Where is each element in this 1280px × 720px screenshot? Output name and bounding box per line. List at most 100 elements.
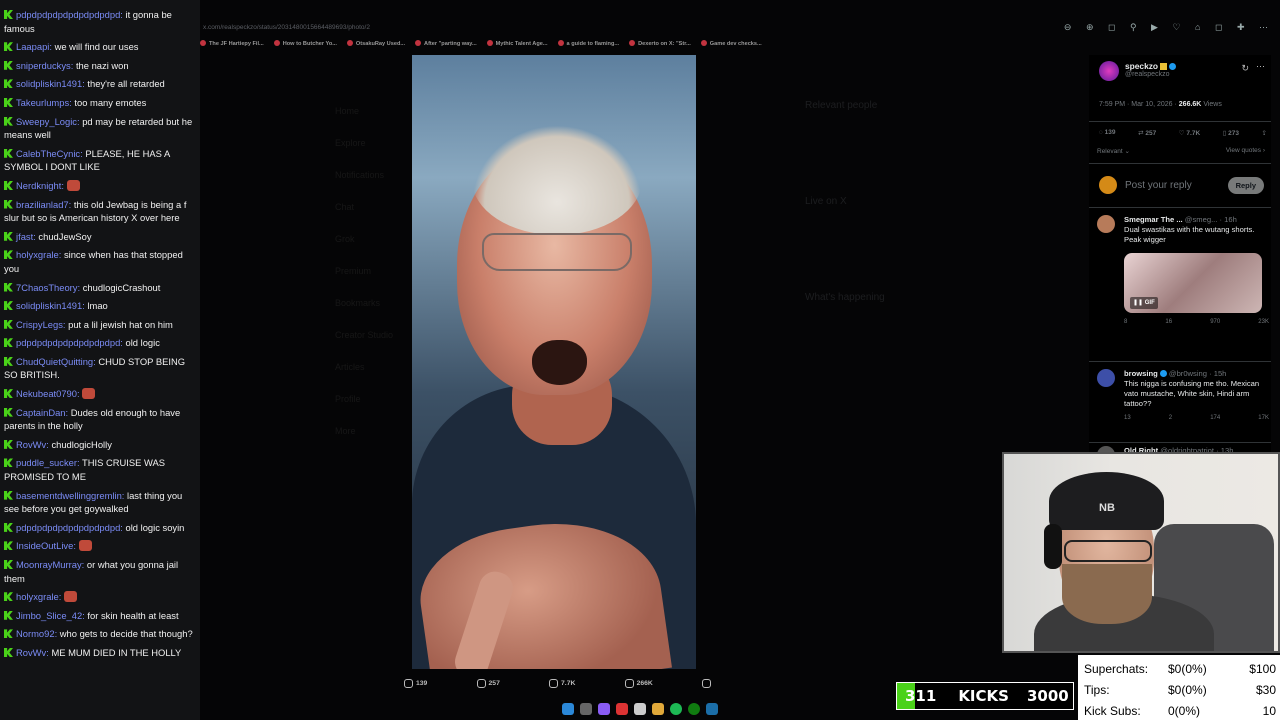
kick-badge-icon: [4, 592, 13, 602]
x-nav-item[interactable]: Chat: [335, 191, 393, 223]
reply-reply-count[interactable]: 8: [1124, 317, 1127, 327]
chat-username[interactable]: Nerdknight: [16, 180, 61, 191]
post-photo[interactable]: [412, 55, 696, 669]
bookmark-item[interactable]: Dexerto on X: "Str...: [629, 40, 691, 47]
view-quotes-link[interactable]: View quotes ›: [1226, 147, 1265, 155]
bookmark-stat[interactable]: ▯ 273: [1223, 129, 1239, 137]
app-icon[interactable]: [598, 703, 610, 715]
chat-username[interactable]: holyxgrale: [16, 249, 59, 260]
spotify-icon[interactable]: [670, 703, 682, 715]
reply-repost-count[interactable]: 2: [1169, 413, 1172, 423]
author-avatar[interactable]: [1099, 61, 1119, 81]
donation-goal: $30: [1255, 683, 1276, 697]
search-icon[interactable]: [580, 703, 592, 715]
x-nav-item[interactable]: Bookmarks: [335, 287, 393, 319]
chat-username[interactable]: Normo92: [16, 628, 55, 639]
browser-icon[interactable]: [634, 703, 646, 715]
chat-username[interactable]: brazilianlad7: [16, 199, 69, 210]
chat-username[interactable]: puddle_sucker: [16, 457, 77, 468]
chat-username[interactable]: jfast: [16, 231, 33, 242]
folder-icon[interactable]: [652, 703, 664, 715]
reply-author-name[interactable]: browsing: [1124, 369, 1158, 378]
chat-username[interactable]: CalebTheCynic: [16, 148, 80, 159]
chat-username[interactable]: RovWv: [16, 439, 46, 450]
repost-stat[interactable]: ⇄ 257: [1138, 129, 1156, 137]
media-views-button[interactable]: 266K: [624, 678, 653, 688]
reply-avatar[interactable]: [1097, 369, 1115, 387]
chat-username[interactable]: solidpliskin1491: [16, 300, 82, 311]
x-nav-item[interactable]: Premium: [335, 255, 393, 287]
sort-dropdown[interactable]: Relevant ⌄: [1097, 147, 1130, 155]
reply-avatar[interactable]: [1097, 215, 1115, 233]
cap-logo: NB: [1099, 502, 1115, 514]
kick-badge-icon: [4, 610, 13, 620]
chat-username[interactable]: pdpdpdpdpdpdpdpdpdpd: [16, 337, 120, 348]
reply-like-count[interactable]: 174: [1210, 413, 1220, 423]
share-icon[interactable]: ⇪: [1262, 129, 1267, 137]
reply-item[interactable]: browsing @br0wsing · 15h This nigga is c…: [1097, 369, 1269, 423]
browser-toolbar-icons[interactable]: ⊖ ⊕ ◻ ⚲ ▶ ♡ ⌂ ◻ ✚ ⋯: [1064, 22, 1274, 33]
reply-view-count[interactable]: 23K: [1258, 317, 1269, 327]
app-icon[interactable]: [616, 703, 628, 715]
bookmark-item[interactable]: Game dev checks...: [700, 40, 762, 47]
x-nav-item[interactable]: More: [335, 415, 393, 447]
author-name[interactable]: speckzo: [1125, 61, 1158, 71]
chat-username[interactable]: CaptainDan: [16, 407, 66, 418]
reply-item[interactable]: Smegmar The ... @smeg... · 16h Dual swas…: [1097, 215, 1269, 327]
reply-author-name[interactable]: Smegmar The ...: [1124, 215, 1183, 224]
x-nav-item[interactable]: Home: [335, 95, 393, 127]
bookmark-item[interactable]: After "parting way...: [415, 40, 477, 47]
chat-username[interactable]: CrispyLegs: [16, 319, 63, 330]
chat-username[interactable]: 7ChaosTheory: [16, 282, 78, 293]
media-repost-button[interactable]: 257: [476, 678, 500, 688]
reply-repost-count[interactable]: 16: [1165, 317, 1172, 327]
address-bar[interactable]: x.com/realspeckzo/status/203148001566448…: [200, 20, 900, 36]
reply-gif[interactable]: ❚❚ GIF: [1124, 253, 1262, 313]
chat-username[interactable]: pdpdpdpdpdpdpdpdpdpd: [16, 522, 120, 533]
chat-username[interactable]: RovWv: [16, 647, 46, 658]
reply-input[interactable]: Post your reply: [1125, 180, 1228, 191]
verified-icon: [1169, 63, 1177, 70]
reply-reply-count[interactable]: 13: [1124, 413, 1131, 423]
like-stat[interactable]: ♡ 7.7K: [1179, 129, 1200, 137]
chat-username[interactable]: holyxgrale: [16, 591, 59, 602]
reply-button[interactable]: Reply: [1227, 176, 1264, 194]
x-nav-item[interactable]: Profile: [335, 383, 393, 415]
post-author[interactable]: speckzo @realspeckzo: [1099, 61, 1177, 81]
chat-username[interactable]: Laapapi: [16, 41, 49, 52]
start-icon[interactable]: [562, 703, 574, 715]
media-share-button[interactable]: [701, 678, 714, 688]
bookmark-item[interactable]: a guide to flaming...: [557, 40, 619, 47]
chat-username[interactable]: InsideOutLive: [16, 540, 73, 551]
chat-username[interactable]: pdpdpdpdpdpdpdpdpdpd: [16, 9, 120, 20]
bookmark-item[interactable]: Mythic Talent Age...: [486, 40, 548, 47]
xbox-icon[interactable]: [688, 703, 700, 715]
x-nav-item[interactable]: Notifications: [335, 159, 393, 191]
x-nav-item[interactable]: Grok: [335, 223, 393, 255]
chat-username[interactable]: Takeurlumps: [16, 97, 69, 108]
reply-stats: 8 16 970 23K: [1124, 317, 1269, 327]
x-nav-item[interactable]: Creator Studio: [335, 319, 393, 351]
reply-stat[interactable]: ◌ 139: [1099, 129, 1116, 137]
chat-username[interactable]: Sweepy_Logic: [16, 116, 77, 127]
chat-username[interactable]: solidpliskin1491: [16, 78, 82, 89]
chat-username[interactable]: Jimbo_Slice_42: [16, 610, 82, 621]
bookmark-item[interactable]: OtsakuRay Used...: [346, 40, 405, 47]
reply-like-count[interactable]: 970: [1210, 317, 1220, 327]
chat-username[interactable]: MoonrayMurray: [16, 559, 82, 570]
reply-view-count[interactable]: 17K: [1258, 413, 1269, 423]
bookmark-item[interactable]: How to Butcher Yo...: [273, 40, 337, 47]
bookmark-item[interactable]: The JF Hartiepy Fil...: [200, 40, 264, 47]
chat-username[interactable]: sniperduckys: [16, 60, 71, 71]
chat-username[interactable]: Nekubeat0790: [16, 388, 77, 399]
more-icon[interactable]: ⋯: [1256, 61, 1265, 72]
chat-username[interactable]: basementdwellinggremlin: [16, 490, 122, 501]
media-like-button[interactable]: 7.7K: [549, 678, 575, 688]
steam-icon[interactable]: [706, 703, 718, 715]
x-nav-item[interactable]: Explore: [335, 127, 393, 159]
media-reply-button[interactable]: 139: [404, 678, 427, 688]
kicks-count: 311: [905, 687, 937, 705]
x-nav-item[interactable]: Articles: [335, 351, 393, 383]
chat-username[interactable]: ChudQuietQuitting: [16, 356, 93, 367]
grok-icon[interactable]: ↻: [1241, 63, 1249, 74]
